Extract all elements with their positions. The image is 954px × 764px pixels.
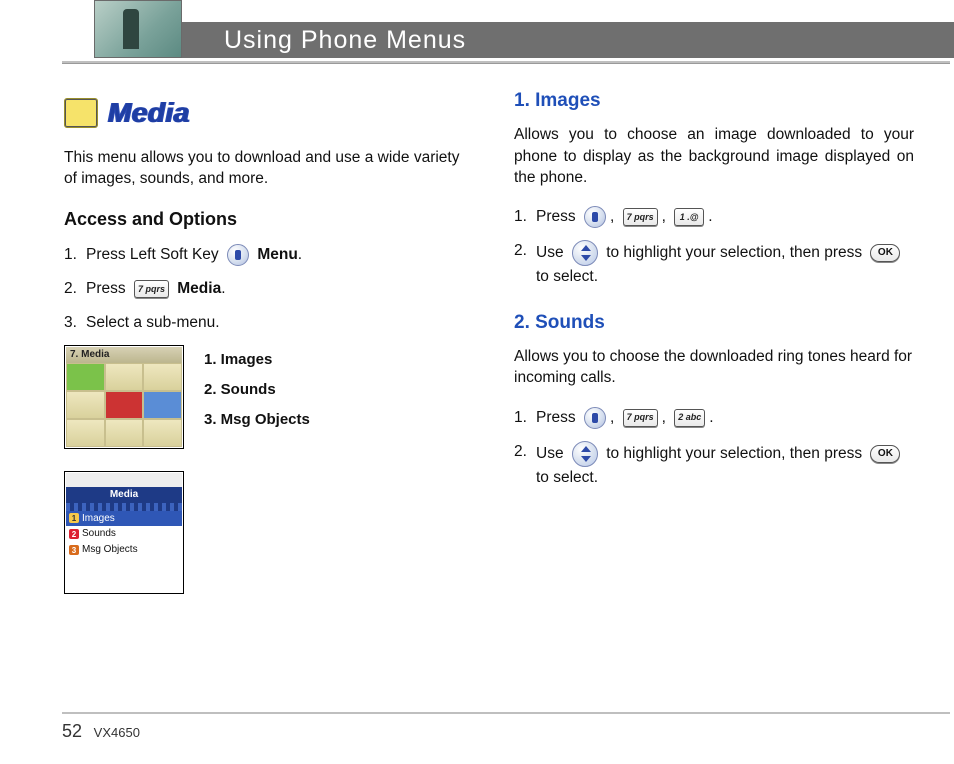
access-step-3: Select a sub-menu.	[64, 312, 474, 333]
left-softkey-icon	[227, 244, 249, 266]
key-2-icon: 2 abc	[674, 409, 705, 427]
list-title: Media	[66, 487, 182, 503]
header-photo	[94, 0, 182, 58]
media-intro: This menu allows you to download and use…	[64, 147, 474, 190]
left-softkey-icon	[584, 206, 606, 228]
media-heading: Media	[108, 94, 190, 133]
submenu-item-msgobjects: 3. Msg Objects	[204, 405, 310, 435]
key-7-icon: 7 pqrs	[134, 280, 169, 298]
sounds-step-1: Press , 7 pqrs, 2 abc.	[514, 407, 914, 429]
nav-updown-icon	[572, 240, 598, 266]
phone-screenshot-list: Media 1Images 2Sounds 3Msg Objects	[64, 471, 184, 594]
left-column: Media This menu allows you to download a…	[64, 88, 474, 594]
access-step-1: Press Left Soft Key Menu.	[64, 244, 474, 266]
media-folder-icon	[64, 98, 98, 128]
submenu-item-sounds: 2. Sounds	[204, 375, 310, 405]
images-step-1: Press , 7 pqrs, 1 .@.	[514, 206, 914, 228]
page-title-bar: Using Phone Menus	[182, 22, 954, 58]
key-1-icon: 1 .@	[674, 208, 704, 226]
right-column: 1. Images Allows you to choose an image …	[514, 88, 914, 594]
footer-rule	[62, 712, 950, 714]
ok-key-icon: OK	[870, 445, 900, 463]
grid-title: 7. Media	[66, 347, 182, 363]
images-intro: Allows you to choose an image downloaded…	[514, 124, 914, 188]
submenu-list: 1. Images 2. Sounds 3. Msg Objects	[204, 345, 310, 594]
page-title: Using Phone Menus	[224, 26, 466, 55]
left-softkey-icon	[584, 407, 606, 429]
key-7-icon: 7 pqrs	[623, 208, 658, 226]
submenu-item-images: 1. Images	[204, 345, 310, 375]
model-number: VX4650	[94, 725, 140, 740]
images-step-2: Use to highlight your selection, then pr…	[514, 240, 914, 287]
key-7-icon: 7 pqrs	[623, 409, 658, 427]
footer: 52 VX4650	[62, 721, 140, 742]
ok-key-icon: OK	[870, 244, 900, 262]
sounds-intro: Allows you to choose the downloaded ring…	[514, 346, 914, 389]
nav-updown-icon	[572, 441, 598, 467]
access-heading: Access and Options	[64, 207, 474, 232]
phone-screenshot-grid: 7. Media	[64, 345, 184, 449]
access-step-2: Press 7 pqrs Media.	[64, 278, 474, 299]
page-number: 52	[62, 721, 82, 741]
sounds-step-2: Use to highlight your selection, then pr…	[514, 441, 914, 488]
sounds-heading: 2. Sounds	[514, 310, 914, 336]
images-heading: 1. Images	[514, 88, 914, 114]
